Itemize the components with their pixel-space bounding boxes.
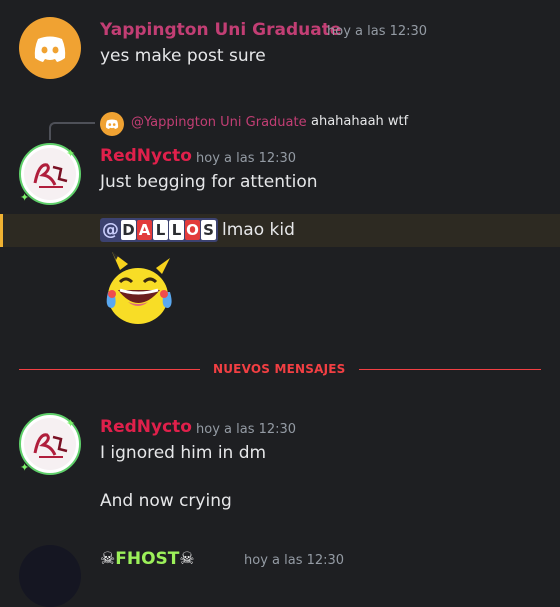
message-text: Just begging for attention — [100, 172, 318, 192]
author-name[interactable]: Yappington Uni Graduate — [100, 20, 341, 40]
mention-letter: L — [153, 220, 168, 240]
sparkle-icon: ✦ — [66, 417, 76, 430]
message-text: And now crying — [100, 491, 232, 511]
mention-letter: D — [121, 220, 136, 240]
author-name[interactable]: RedNycto — [100, 146, 192, 166]
user-mention[interactable]: @ D A L L O S — [100, 218, 218, 242]
message-text: yes make post sure — [100, 46, 266, 66]
timestamp: hoy a las 12:30 — [244, 553, 345, 568]
reply-connector — [49, 122, 95, 140]
message-text: I ignored him in dm — [100, 443, 267, 463]
reply-text[interactable]: ahahahaah wtf — [311, 114, 408, 129]
message-body: lmao kid — [222, 220, 295, 240]
mention-letter: L — [169, 220, 184, 240]
message-text: @ D A L L O S lmao kid — [100, 218, 295, 242]
new-messages-divider: NUEVOS MENSAJES — [213, 362, 346, 376]
mention-letter: O — [185, 220, 200, 240]
laughing-crying-pikachu-emoji[interactable] — [98, 250, 176, 328]
reply-author[interactable]: @Yappington Uni Graduate — [131, 115, 307, 130]
avatar[interactable] — [19, 545, 81, 607]
skull-icon: ☠ — [100, 549, 116, 569]
mention-letter: S — [201, 220, 216, 240]
sparkle-icon: ✦ — [20, 461, 30, 474]
discord-logo-icon — [34, 36, 66, 62]
reply-avatar[interactable] — [100, 112, 124, 136]
author-name[interactable]: RedNycto — [100, 417, 192, 437]
timestamp: hoy a las 12:30 — [327, 24, 428, 39]
discord-logo-icon — [105, 119, 119, 129]
mention-letter: A — [137, 220, 152, 240]
timestamp: hoy a las 12:30 — [196, 422, 297, 437]
new-messages-divider-line — [359, 369, 541, 370]
sparkle-icon: ✦ — [20, 191, 30, 204]
avatar[interactable] — [19, 17, 81, 79]
mention-indicator — [0, 214, 3, 247]
timestamp: hoy a las 12:30 — [196, 151, 297, 166]
author-name-partial[interactable]: ☠FHOST☠ — [100, 549, 195, 569]
sparkle-icon: ✦ — [66, 147, 76, 160]
skull-icon: ☠ — [179, 549, 195, 569]
mention-at: @ — [102, 220, 119, 240]
new-messages-divider-line — [19, 369, 200, 370]
